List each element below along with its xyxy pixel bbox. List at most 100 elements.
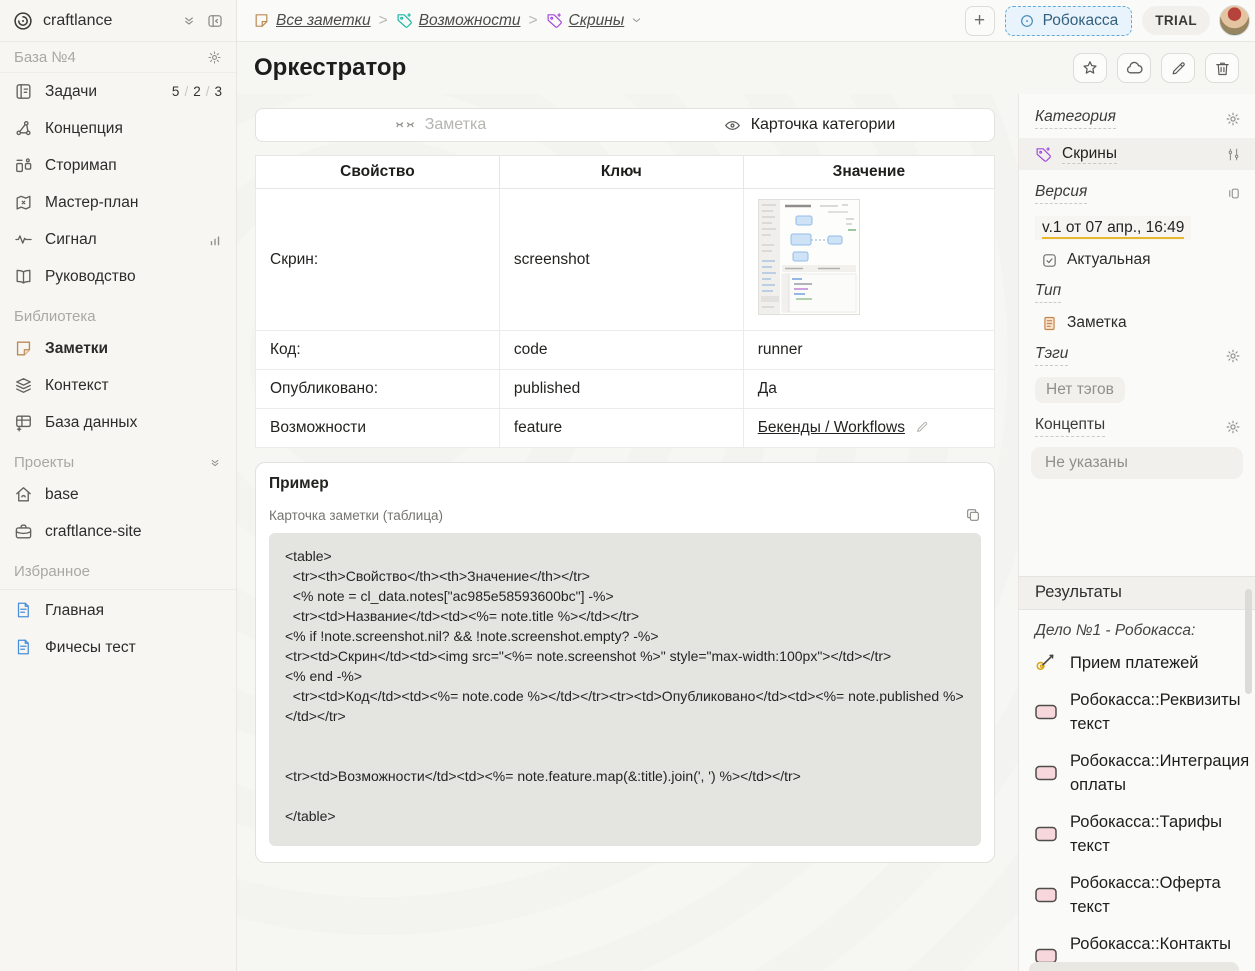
chevron-double-down-icon[interactable] — [208, 456, 222, 470]
version-selector[interactable]: v.1 от 07 апр., 16:49 — [1035, 216, 1191, 240]
sidebar-item-label: Контекст — [45, 377, 109, 395]
result-item[interactable]: Робокасса::Реквизиты текст — [1035, 688, 1241, 736]
sidebar-item-concept[interactable]: Концепция — [0, 110, 236, 147]
sliders-icon[interactable] — [1226, 147, 1241, 162]
active-case-button[interactable]: Робокасса — [1005, 6, 1133, 36]
gear-icon[interactable] — [207, 50, 222, 65]
sidebar-item-database[interactable]: База данных — [0, 404, 236, 441]
category-value-row[interactable]: Скрины — [1019, 138, 1255, 170]
topbar: Все заметки > Возможности > Скрины + Роб… — [237, 0, 1255, 42]
concepts-empty-box[interactable]: Не указаны — [1031, 447, 1243, 479]
sidebar-item-guide[interactable]: Руководство — [0, 258, 236, 295]
favorite-button[interactable] — [1073, 53, 1107, 83]
value-cell: Да — [743, 370, 994, 409]
sidebar-item-tasks[interactable]: Задачи 5/2/3 — [0, 73, 236, 110]
results-section: Результаты Дело №1 - Робокасса: Прием пл… — [1019, 576, 1255, 971]
edit-pencil-icon[interactable] — [915, 420, 929, 434]
versions-icon[interactable] — [1226, 186, 1241, 201]
result-item[interactable]: Робокасса::Оферта текст — [1035, 871, 1241, 919]
sidebar-section-base[interactable]: База №4 — [0, 42, 236, 73]
version-value: v.1 от 07 апр., 16:49 — [1042, 219, 1184, 239]
breadcrumb: Все заметки > Возможности > Скрины — [253, 12, 643, 30]
screenshot-thumbnail[interactable] — [758, 199, 860, 315]
sidebar-section-projects[interactable]: Проекты — [0, 441, 236, 476]
breadcrumb-features[interactable]: Возможности — [396, 12, 521, 30]
column-header: Ключ — [499, 156, 743, 189]
version-status: Актуальная — [1067, 251, 1150, 269]
chevron-double-down-icon[interactable] — [181, 13, 197, 29]
pink-card-icon — [1035, 826, 1057, 842]
chevron-down-icon[interactable] — [630, 14, 643, 27]
left-sidebar: craftlance База №4 Задачи 5/2/3 Концепци… — [0, 0, 237, 971]
breadcrumb-all-notes[interactable]: Все заметки — [253, 12, 371, 30]
closed-eye-icon — [395, 118, 415, 132]
result-item[interactable]: Робокасса::Интеграция оплаты — [1035, 749, 1241, 797]
gear-icon[interactable] — [1225, 419, 1241, 435]
sidebar-item-label: craftlance-site — [45, 523, 141, 541]
sidebar-item-signal[interactable]: Сигнал — [0, 221, 236, 258]
note-title-field[interactable]: Заметка — [256, 109, 625, 141]
sidebar-item-label: Мастер-план — [45, 194, 138, 212]
result-item[interactable]: Робокасса::Тарифы текст — [1035, 810, 1241, 858]
sidebar-item-label: Концепция — [45, 120, 123, 138]
sidebar-item-label: Сторимап — [45, 157, 117, 175]
result-item-label: Робокасса::Тарифы текст — [1070, 810, 1241, 858]
code-block[interactable]: <table> <tr><th>Свойство</th><th>Значени… — [269, 533, 981, 846]
sync-button[interactable] — [1117, 53, 1151, 83]
edit-button[interactable] — [1161, 53, 1195, 83]
note-type-icon — [1041, 315, 1058, 332]
breadcrumb-separator: > — [528, 12, 537, 30]
checkbox-check-icon[interactable] — [1041, 252, 1058, 269]
concepts-label: Концепты — [1035, 416, 1105, 437]
sidebar-item-craftlance-site[interactable]: craftlance-site — [0, 513, 236, 550]
workspace-header[interactable]: craftlance — [0, 0, 236, 42]
trial-badge[interactable]: TRIAL — [1142, 6, 1210, 35]
sidebar-item-base-project[interactable]: base — [0, 476, 236, 513]
sidebar-item-storymap[interactable]: Сторимап — [0, 147, 236, 184]
cloud-icon — [1125, 59, 1144, 78]
note-content: Заметка Карточка категории Свойство Ключ… — [237, 94, 1018, 971]
sidebar-item-notes[interactable]: Заметки — [0, 330, 236, 367]
version-label: Версия — [1035, 183, 1087, 204]
table-header-row: Свойство Ключ Значение — [256, 156, 995, 189]
collapse-sidebar-icon[interactable] — [206, 12, 224, 30]
result-item-label: Робокасса::Оферта текст — [1070, 871, 1241, 919]
tag-icon — [396, 12, 413, 29]
sidebar-item-features-test[interactable]: Фичесы тест — [0, 629, 236, 666]
add-button[interactable]: + — [965, 6, 995, 36]
tag-icon — [1035, 146, 1052, 163]
sidebar-item-context[interactable]: Контекст — [0, 367, 236, 404]
copy-icon[interactable] — [965, 507, 981, 523]
workspace-logo-icon — [12, 10, 34, 32]
table-row: Код: code runner — [256, 331, 995, 370]
tags-empty-chip[interactable]: Нет тэгов — [1035, 377, 1125, 403]
view-mode-selector[interactable]: Карточка категории — [625, 109, 994, 141]
star-icon — [1081, 59, 1099, 77]
code-content: <table> <tr><th>Свойство</th><th>Значени… — [285, 546, 965, 826]
value-cell — [743, 189, 994, 331]
bar-chart-icon — [208, 233, 222, 247]
property-cell: Код: — [256, 331, 500, 370]
document-icon — [14, 601, 33, 620]
user-avatar[interactable] — [1219, 5, 1250, 36]
results-header[interactable]: Результаты — [1019, 576, 1255, 610]
result-item[interactable]: Прием платежей — [1035, 651, 1241, 675]
sidebar-section-library: Библиотека — [0, 295, 236, 330]
sidebar-item-label: Заметки — [45, 340, 108, 358]
feature-link[interactable]: Бекенды / Workflows — [758, 419, 905, 436]
title-bar: Оркестратор — [237, 42, 1255, 94]
breadcrumb-screens[interactable]: Скрины — [546, 12, 644, 30]
pencil-icon — [1170, 60, 1187, 77]
sidebar-item-label: Руководство — [45, 268, 136, 286]
delete-button[interactable] — [1205, 53, 1239, 83]
right-panel: Категория Скрины Версия v.1 от 07 апр., … — [1018, 94, 1255, 971]
gear-icon[interactable] — [1225, 348, 1241, 364]
note-title-placeholder: Заметка — [425, 116, 487, 134]
sidebar-item-home-page[interactable]: Главная — [0, 592, 236, 629]
value-cell: Бекенды / Workflows — [743, 409, 994, 448]
sidebar-item-masterplan[interactable]: Мастер-план — [0, 184, 236, 221]
sidebar-item-label: Сигнал — [45, 231, 97, 249]
table-row: Опубликовано: published Да — [256, 370, 995, 409]
gear-icon[interactable] — [1225, 111, 1241, 127]
results-scrollbar[interactable] — [1245, 589, 1252, 694]
